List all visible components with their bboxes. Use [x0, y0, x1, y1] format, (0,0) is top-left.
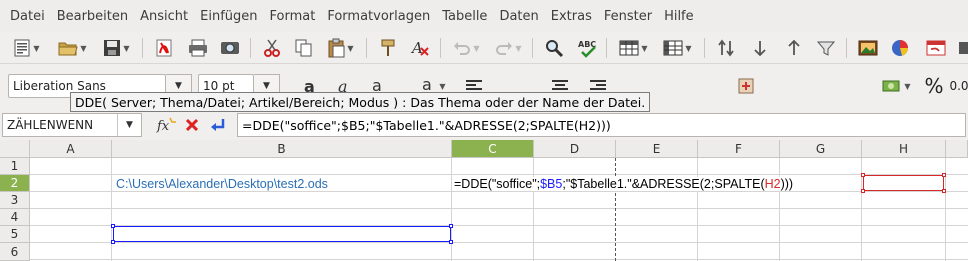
toolbar-separator [532, 38, 533, 58]
undo-icon[interactable]: ▼ [448, 36, 484, 60]
cancel-icon[interactable] [180, 113, 204, 137]
menu-tabelle[interactable]: Tabelle [436, 9, 493, 24]
page-break-line [615, 158, 616, 261]
toolbar-separator [142, 38, 143, 58]
clone-formatting-icon[interactable] [374, 36, 402, 60]
name-box-dropdown-button[interactable]: ▼ [117, 114, 141, 136]
clear-formatting-icon[interactable]: A [406, 36, 434, 60]
currency-format-icon[interactable]: ▼ [878, 74, 914, 98]
gridline [697, 158, 698, 261]
menu-einfuegen[interactable]: Einfügen [194, 9, 263, 24]
print-icon[interactable] [184, 36, 212, 60]
formula-ref-b5: $B5 [540, 177, 563, 191]
formula-ref-h2: H2 [764, 177, 781, 191]
standard-toolbar: ▼ ▼ ▼ ▼ A ▼ ▼ ABC ▼ ▼ [0, 32, 968, 64]
percent-format-button[interactable]: % [920, 74, 948, 98]
insert-image-icon[interactable] [854, 36, 882, 60]
row-header-2[interactable]: 2 [0, 175, 30, 192]
spelling-icon[interactable]: ABC [574, 36, 602, 60]
export-pdf-icon[interactable] [150, 36, 178, 60]
menu-fenster[interactable]: Fenster [598, 9, 658, 24]
column-header-b[interactable]: B [112, 140, 452, 158]
row-header-3[interactable]: 3 [0, 192, 30, 209]
toolbar-separator [250, 38, 251, 58]
insert-chart-icon[interactable] [886, 36, 914, 60]
paste-icon[interactable]: ▼ [322, 36, 358, 60]
accept-icon[interactable] [206, 113, 230, 137]
gridline [779, 158, 780, 261]
row-header-5[interactable]: 5 [0, 226, 30, 243]
menu-bearbeiten[interactable]: Bearbeiten [51, 9, 134, 24]
toolbar-overflow-icon[interactable] [956, 36, 968, 60]
wrap-text-icon[interactable] [732, 74, 760, 98]
number-format-button[interactable]: 0.0 [950, 74, 968, 98]
row-header-6[interactable]: 6 [0, 243, 30, 261]
column-header-c[interactable]: C [452, 140, 534, 158]
toolbar-separator [366, 38, 367, 58]
cut-icon[interactable] [258, 36, 286, 60]
menu-formatvorlagen[interactable]: Formatvorlagen [321, 9, 436, 24]
name-box[interactable]: ZÄHLENWENN ▼ [2, 113, 142, 137]
sort-ascending-icon[interactable] [746, 36, 774, 60]
toolbar-separator [440, 38, 441, 58]
print-preview-icon[interactable] [216, 36, 244, 60]
pivot-table-icon[interactable] [922, 36, 950, 60]
toolbar-separator [704, 38, 705, 58]
column-header-e[interactable]: E [616, 140, 698, 158]
formula-part-2: ;"$Tabelle1."&ADRESSE(2;SPALTE( [562, 177, 765, 191]
sort-icon[interactable] [712, 36, 740, 60]
formula-bar: ZÄHLENWENN ▼ fx =DDE("soffice";$B5;"$Tab… [0, 110, 968, 140]
column-header-i[interactable] [946, 140, 968, 158]
autofilter-icon[interactable] [812, 36, 840, 60]
select-all-corner[interactable] [0, 140, 30, 158]
row-header-4[interactable]: 4 [0, 209, 30, 226]
column-header-h[interactable]: H [862, 140, 946, 158]
open-folder-icon[interactable]: ▼ [54, 36, 90, 60]
column-header-g[interactable]: G [780, 140, 862, 158]
spreadsheet-grid[interactable]: A B C D E F G H 1 2 3 4 5 6 C:\Users\Ale… [0, 140, 968, 261]
new-document-icon[interactable]: ▼ [8, 36, 44, 60]
reference-highlight-b5 [111, 224, 453, 244]
name-box-value: ZÄHLENWENN [7, 118, 94, 132]
redo-icon[interactable]: ▼ [490, 36, 526, 60]
gridline [30, 242, 968, 243]
row-header-1[interactable]: 1 [0, 158, 30, 175]
cell-b2[interactable]: C:\Users\Alexander\Desktop\test2.ods [116, 177, 328, 191]
menu-extras[interactable]: Extras [545, 9, 598, 24]
sort-descending-icon[interactable] [780, 36, 808, 60]
svg-text:fx: fx [156, 119, 170, 134]
menu-format[interactable]: Format [264, 9, 322, 24]
gridline [533, 158, 534, 261]
formula-input[interactable]: =DDE("soffice";$B5;"$Tabelle1."&ADRESSE(… [237, 113, 966, 137]
column-header-a[interactable]: A [30, 140, 112, 158]
function-wizard-icon[interactable]: fx [154, 113, 178, 137]
menu-datei[interactable]: Datei [4, 9, 51, 24]
column-header-d[interactable]: D [534, 140, 616, 158]
gridline [30, 191, 968, 192]
formula-part-1: =DDE("soffice"; [454, 177, 541, 191]
row-icon[interactable]: ▼ [614, 36, 652, 60]
gridline [111, 158, 112, 261]
toolbar-separator [606, 38, 607, 58]
find-replace-icon[interactable] [540, 36, 568, 60]
gridline [30, 259, 968, 260]
function-tooltip: DDE( Server; Thema/Datei; Artikel/Bereic… [70, 92, 651, 112]
column-icon[interactable]: ▼ [658, 36, 696, 60]
toolbar-separator [846, 38, 847, 58]
column-header-f[interactable]: F [698, 140, 780, 158]
menu-bar: Datei Bearbeiten Ansicht Einfügen Format… [0, 0, 968, 32]
copy-icon[interactable] [290, 36, 318, 60]
gridline [30, 208, 968, 209]
formula-part-3: ))) [780, 177, 794, 191]
gridline [451, 158, 452, 261]
save-icon[interactable]: ▼ [98, 36, 134, 60]
cell-c2-editing[interactable]: =DDE("soffice";$B5;"$Tabelle1."&ADRESSE(… [454, 177, 794, 191]
menu-daten[interactable]: Daten [493, 9, 544, 24]
menu-ansicht[interactable]: Ansicht [134, 9, 194, 24]
reference-highlight-h2 [861, 173, 946, 193]
menu-hilfe[interactable]: Hilfe [658, 9, 700, 24]
gridline [30, 174, 968, 175]
